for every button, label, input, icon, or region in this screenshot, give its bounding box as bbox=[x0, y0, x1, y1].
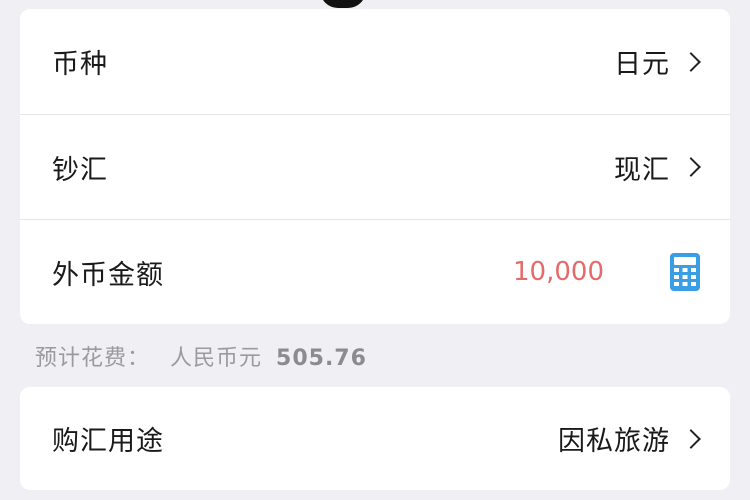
currency-selector[interactable]: 日元 bbox=[614, 42, 702, 81]
cash-type-label: 钞汇 bbox=[52, 154, 108, 186]
currency-label: 币种 bbox=[52, 49, 108, 80]
currency-row[interactable]: 币种 日元 bbox=[20, 9, 730, 114]
purpose-value: 因私旅游 bbox=[558, 426, 670, 457]
exchange-form-card: 币种 日元 钞汇 现汇 外币金额 10,000 bbox=[20, 9, 730, 324]
purpose-row[interactable]: 购汇用途 因私旅游 bbox=[20, 387, 730, 490]
top-partial-graphic bbox=[320, 0, 366, 8]
estimate-currency: 人民币元 bbox=[170, 346, 263, 371]
cash-type-value: 现汇 bbox=[614, 154, 670, 186]
currency-value: 日元 bbox=[614, 49, 670, 80]
calculator-icon[interactable] bbox=[670, 253, 700, 291]
estimate-prefix: 预计花费： bbox=[35, 346, 151, 371]
chevron-right-icon bbox=[681, 157, 701, 177]
cash-type-selector[interactable]: 现汇 bbox=[614, 148, 702, 187]
estimated-cost: 预计花费： 人民币元 505.76 bbox=[35, 340, 367, 372]
cash-type-row[interactable]: 钞汇 现汇 bbox=[20, 114, 730, 219]
amount-controls: 10,000 bbox=[513, 253, 702, 291]
purpose-selector[interactable]: 因私旅游 bbox=[558, 419, 702, 458]
amount-row: 外币金额 10,000 bbox=[20, 219, 730, 324]
amount-label: 外币金额 bbox=[52, 259, 164, 291]
chevron-right-icon bbox=[681, 51, 701, 72]
purpose-label: 购汇用途 bbox=[52, 426, 164, 457]
purpose-card: 购汇用途 因私旅游 bbox=[20, 387, 730, 490]
chevron-right-icon bbox=[681, 428, 701, 449]
estimate-amount: 505.76 bbox=[276, 346, 367, 371]
amount-input[interactable]: 10,000 bbox=[513, 257, 604, 287]
